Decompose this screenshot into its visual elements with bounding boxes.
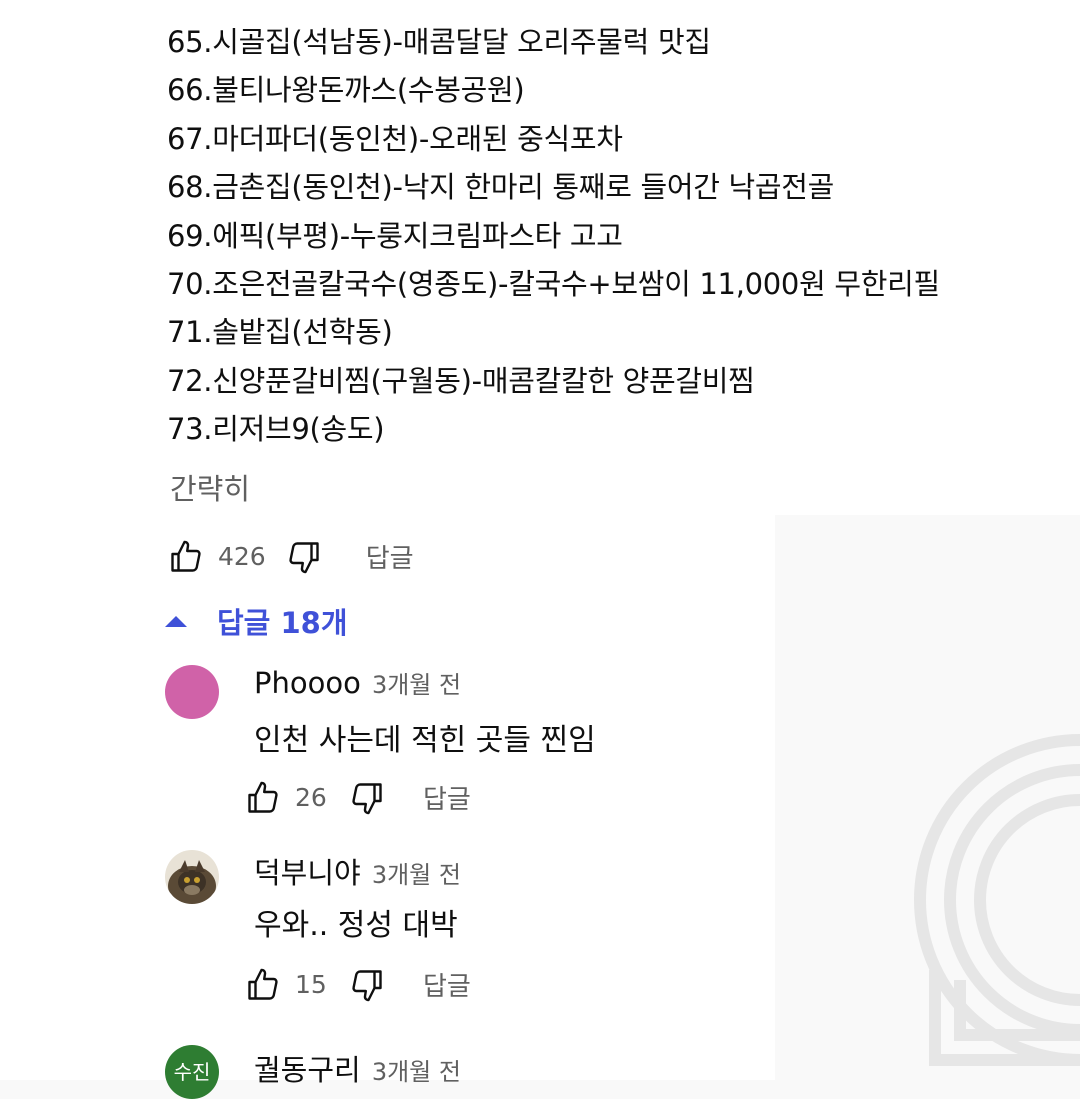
thumbs-down-icon[interactable] [349, 967, 385, 1003]
comment-actions: 426 답글 [168, 538, 414, 575]
list-item: 71.솔밭집(선학동) [167, 315, 393, 350]
timestamp[interactable]: 3개월 전 [372, 1058, 461, 1086]
replies-toggle[interactable]: 답글 18개 [165, 600, 348, 642]
reply-actions: 26 답글 [245, 779, 471, 816]
list-item: 69.에픽(부평)-누룽지크림파스타 고고 [167, 218, 623, 253]
thumbs-up-icon[interactable] [245, 967, 281, 1003]
avatar[interactable] [165, 665, 219, 719]
timestamp[interactable]: 3개월 전 [372, 861, 461, 889]
avatar-initials: 수진 [173, 1060, 211, 1084]
reply-header: Phoooo 3개월 전 [254, 665, 461, 700]
thumbs-down-icon[interactable] [349, 780, 385, 816]
list-item: 65.시골집(석남동)-매콤달달 오리주물럭 맛집 [167, 25, 711, 59]
list-item: 70.조은전골칼국수(영종도)-칼국수+보쌈이 11,000원 무한리필 [167, 267, 940, 302]
reply-text: 우와.. 정성 대박 [254, 908, 458, 943]
list-item: 66.불티나왕돈까스(수봉공원) [167, 73, 525, 108]
show-less-button[interactable]: 간략히 [170, 466, 250, 508]
avatar[interactable]: 수진 [165, 1045, 219, 1099]
reply-actions: 15 답글 [245, 966, 471, 1003]
reply-text: 인천 사는데 적힌 곳들 찐임 [254, 723, 596, 758]
list-item: 68.금촌집(동인천)-낙지 한마리 통째로 들어간 낙곱전골 [167, 170, 835, 205]
thumbs-up-icon[interactable] [245, 780, 281, 816]
reply-button[interactable]: 답글 [366, 538, 414, 575]
like-count: 426 [218, 542, 266, 571]
list-item: 72.신양푼갈비찜(구월동)-매콤칼칼한 양푼갈비찜 [167, 363, 755, 398]
author-name[interactable]: 덕부니야 [254, 856, 361, 890]
author-name[interactable]: Phoooo [254, 666, 361, 700]
reply-header: 덕부니야 3개월 전 [254, 850, 461, 892]
watermark-logo [914, 734, 1080, 1066]
avatar[interactable] [165, 850, 219, 904]
like-count: 15 [295, 970, 327, 999]
like-count: 26 [295, 783, 327, 812]
reply-header: 궐동구리 3개월 전 [254, 1047, 461, 1089]
list-item: 73.리저브9(송도) [167, 412, 385, 447]
thumbs-up-icon[interactable] [168, 539, 204, 575]
reply-button[interactable]: 답글 [423, 966, 471, 1003]
replies-toggle-label: 답글 18개 [217, 606, 348, 640]
timestamp[interactable]: 3개월 전 [372, 671, 461, 699]
thumbs-down-icon[interactable] [286, 539, 322, 575]
comment-body-list: 65.시골집(석남동)-매콤달달 오리주물럭 맛집 66.불티나왕돈까스(수봉공… [167, 18, 940, 454]
caret-up-icon [165, 615, 187, 627]
author-name[interactable]: 궐동구리 [254, 1053, 361, 1087]
list-item: 67.마더파더(동인천)-오래된 중식포차 [167, 121, 623, 156]
reply-button[interactable]: 답글 [423, 779, 471, 816]
